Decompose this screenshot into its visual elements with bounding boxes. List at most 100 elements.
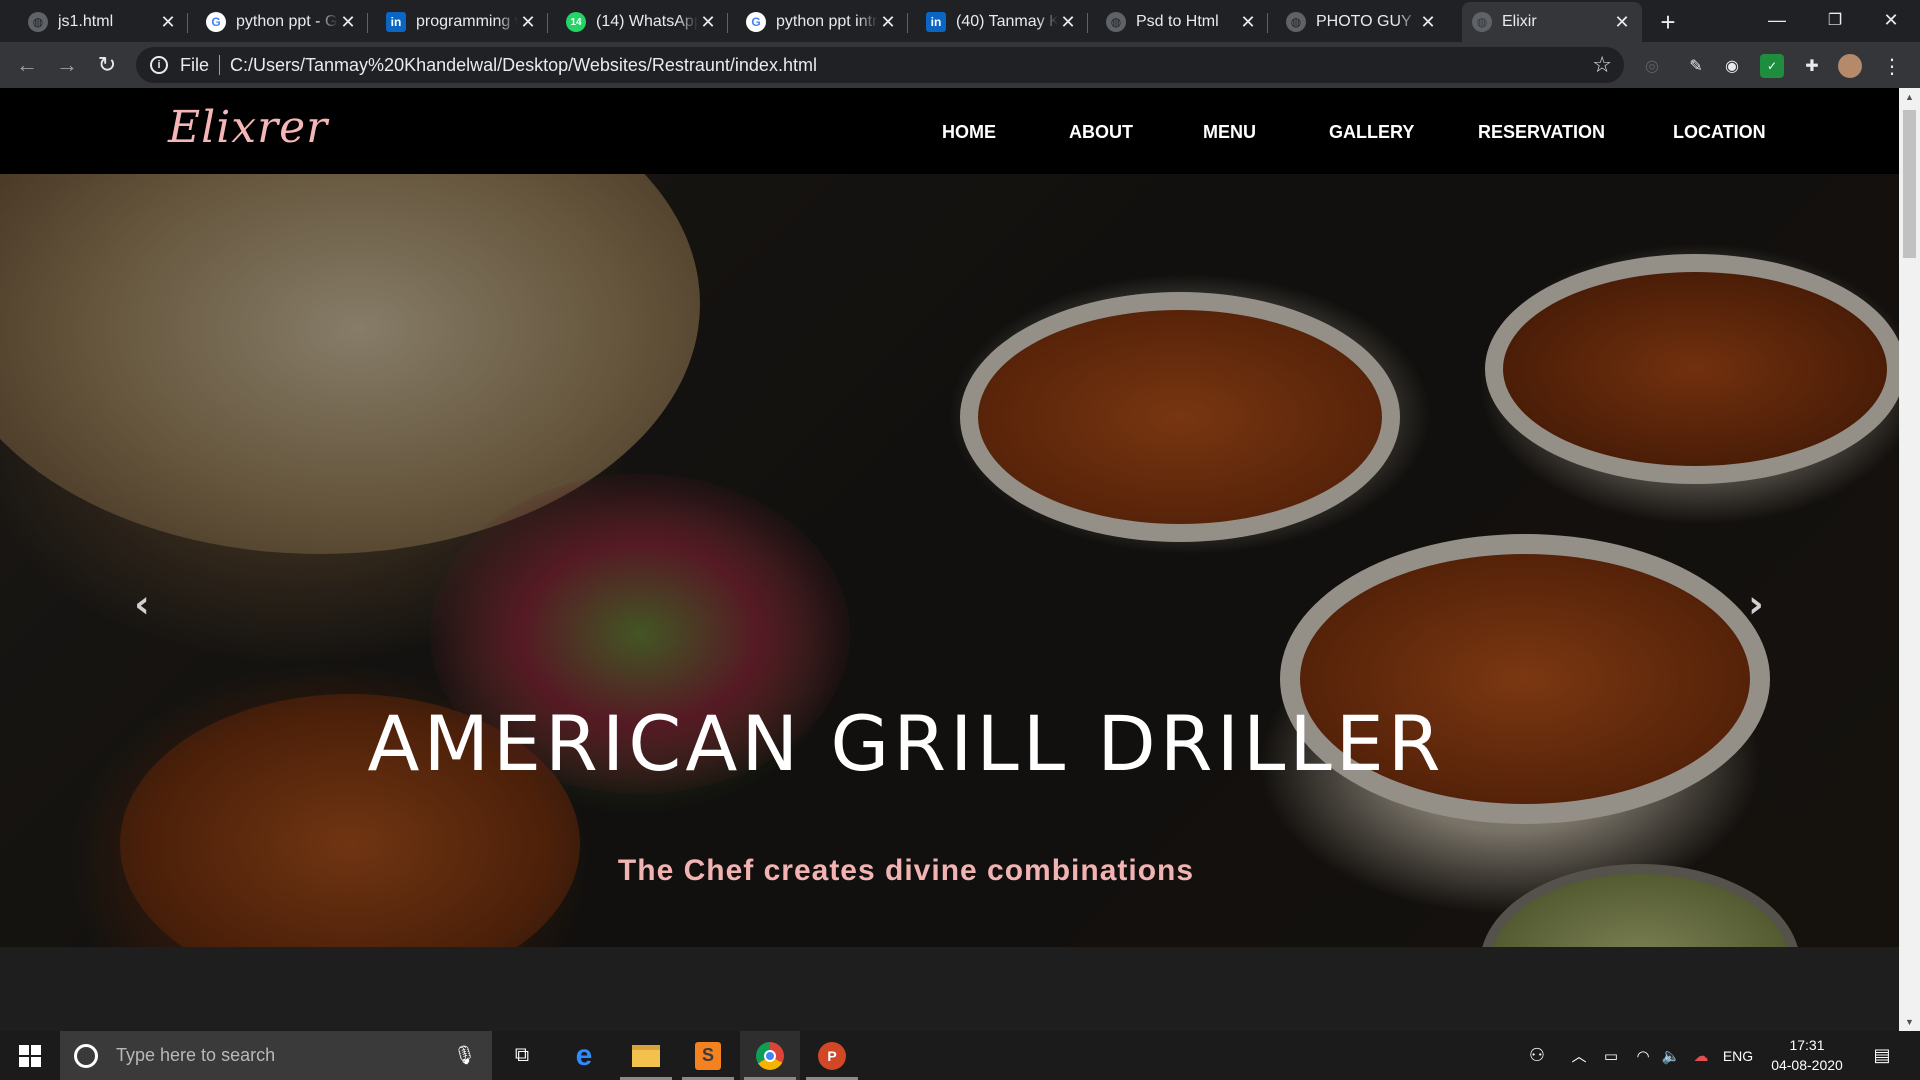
taskbar-search-box[interactable]: Type here to search 🎙 — [60, 1031, 492, 1080]
site-navbar: Elixrer HOME ABOUT MENU GALLERY RESERVAT… — [0, 88, 1899, 174]
tab-label: programming ve — [416, 13, 518, 30]
screen: ◍ js1.html ✕ G python ppt - Go ✕ in prog… — [0, 0, 1920, 1080]
clock-time: 17:31 — [1789, 1037, 1825, 1053]
nav-menu[interactable]: MENU — [1203, 122, 1256, 143]
close-icon[interactable]: ✕ — [158, 12, 178, 32]
back-icon[interactable]: ← — [12, 50, 42, 80]
browser-toolbar: ← → ↻ i File C:/Users/Tanmay%20Khandelwa… — [0, 42, 1920, 88]
tab-python-ppt[interactable]: G python ppt - Go ✕ — [196, 2, 368, 42]
address-url[interactable]: C:/Users/Tanmay%20Khandelwal/Desktop/Web… — [230, 55, 817, 76]
whatsapp-icon: 14 — [566, 12, 586, 32]
linkedin-icon: in — [386, 12, 406, 32]
cortana-icon — [74, 1043, 98, 1068]
input-language-indicator[interactable]: ENG — [1720, 1031, 1756, 1080]
close-icon[interactable]: ✕ — [1238, 12, 1258, 32]
microphone-icon[interactable]: 🎙 — [453, 1045, 476, 1066]
mask-extension-icon[interactable]: ◉ — [1720, 54, 1744, 78]
tab-programming[interactable]: in programming ve ✕ — [376, 2, 548, 42]
grammar-extension-icon[interactable]: ✓ — [1760, 54, 1784, 78]
volume-icon[interactable]: 🔈 — [1658, 1031, 1684, 1080]
info-icon[interactable]: i — [150, 56, 168, 74]
close-icon[interactable]: ✕ — [1058, 12, 1078, 32]
google-icon: G — [746, 12, 766, 32]
search-placeholder: Type here to search — [116, 1045, 276, 1065]
globe-icon: ◍ — [1106, 12, 1126, 32]
new-tab-button[interactable]: + — [1652, 6, 1684, 38]
tab-label: python ppt intro — [776, 13, 878, 30]
file-explorer-icon[interactable] — [616, 1031, 676, 1080]
chrome-icon[interactable] — [740, 1031, 800, 1080]
sublime-glyph: S — [695, 1041, 721, 1070]
scrollbar-thumb[interactable] — [1903, 110, 1916, 258]
tab-python-ppt-intro[interactable]: G python ppt intro ✕ — [736, 2, 908, 42]
close-icon[interactable]: ✕ — [1418, 12, 1438, 32]
close-icon[interactable]: ✕ — [698, 12, 718, 32]
battery-icon[interactable]: ▭ — [1598, 1031, 1624, 1080]
onedrive-error-icon[interactable]: ☁ — [1688, 1031, 1714, 1080]
address-scheme: File — [180, 54, 210, 75]
folder-shape — [632, 1044, 660, 1067]
hero-carousel: ‹ › AMERICAN GRILL DRILLER The Chef crea… — [0, 174, 1899, 947]
edge-icon[interactable]: e — [554, 1031, 614, 1080]
wifi-icon[interactable]: ◠ — [1630, 1031, 1656, 1080]
nav-gallery[interactable]: GALLERY — [1329, 122, 1414, 143]
hero-title: AMERICAN GRILL DRILLER — [367, 699, 1445, 788]
globe-icon: ◍ — [1472, 12, 1492, 32]
nav-about[interactable]: ABOUT — [1069, 122, 1133, 143]
extensions-puzzle-icon[interactable]: ✚ — [1800, 54, 1824, 78]
tab-label: (40) Tanmay Kh — [956, 13, 1058, 30]
tab-photo-guy[interactable]: ◍ PHOTO GUY ✕ — [1276, 2, 1448, 42]
globe-icon: ◍ — [28, 12, 48, 32]
nav-location[interactable]: LOCATION — [1673, 122, 1766, 143]
tab-label: PHOTO GUY — [1316, 13, 1412, 30]
nav-home[interactable]: HOME — [942, 122, 996, 143]
carousel-prev-arrow-icon[interactable]: ‹ — [122, 582, 162, 626]
tab-label: Psd to Html — [1136, 13, 1219, 30]
close-icon[interactable]: ✕ — [338, 12, 358, 32]
show-hidden-icons-chevron-icon[interactable]: ︿ — [1568, 1031, 1590, 1080]
page-scrollbar[interactable]: ▲ ▼ — [1899, 88, 1920, 1031]
close-icon[interactable]: ✕ — [1612, 12, 1632, 32]
forward-icon[interactable]: → — [52, 50, 82, 80]
extension-placeholder-icon[interactable]: ◎ — [1640, 54, 1664, 78]
tab-label: js1.html — [58, 13, 114, 30]
sublime-text-icon[interactable]: S — [678, 1031, 738, 1080]
restore-button[interactable]: ❐ — [1806, 0, 1864, 40]
bookmark-star-icon[interactable]: ☆ — [1592, 52, 1612, 78]
powerpoint-glyph: P — [818, 1041, 846, 1070]
scroll-up-icon[interactable]: ▲ — [1899, 88, 1920, 106]
profile-avatar[interactable] — [1838, 54, 1862, 78]
page-viewport: Elixrer HOME ABOUT MENU GALLERY RESERVAT… — [0, 88, 1920, 1031]
kebab-menu-icon[interactable]: ⋮ — [1880, 54, 1904, 78]
taskbar-clock[interactable]: 17:31 04-08-2020 — [1752, 1035, 1862, 1075]
close-icon[interactable]: ✕ — [878, 12, 898, 32]
hero-dark-overlay — [0, 174, 1899, 947]
windows-taskbar: Type here to search 🎙 ⧉ e S P ⚇ ︿ ▭ ◠ 🔈 … — [0, 1031, 1920, 1080]
reload-icon[interactable]: ↻ — [92, 50, 122, 80]
window-close-button[interactable]: ✕ — [1862, 0, 1920, 40]
globe-icon: ◍ — [1286, 12, 1306, 32]
clock-date: 04-08-2020 — [1771, 1057, 1843, 1073]
site-logo[interactable]: Elixrer — [168, 102, 328, 153]
address-bar[interactable]: i File C:/Users/Tanmay%20Khandelwal/Desk… — [136, 47, 1624, 83]
start-button[interactable] — [0, 1031, 60, 1080]
people-icon[interactable]: ⚇ — [1522, 1031, 1552, 1080]
address-divider — [219, 55, 221, 75]
tab-psd-to-html[interactable]: ◍ Psd to Html ✕ — [1096, 2, 1268, 42]
minimize-button[interactable]: — — [1748, 0, 1806, 40]
tab-label: Elixir — [1502, 13, 1537, 30]
tab-linkedin-profile[interactable]: in (40) Tanmay Kh ✕ — [916, 2, 1088, 42]
tab-elixir[interactable]: ◍ Elixir ✕ — [1462, 2, 1642, 42]
carousel-next-arrow-icon[interactable]: › — [1736, 582, 1776, 626]
nav-reservation[interactable]: RESERVATION — [1478, 122, 1605, 143]
tab-whatsapp[interactable]: 14 (14) WhatsApp ✕ — [556, 2, 728, 42]
hero-subtitle: The Chef creates divine combinations — [617, 854, 1195, 887]
task-view-icon[interactable]: ⧉ — [492, 1031, 552, 1080]
notifications-icon[interactable]: ▤ — [1864, 1031, 1900, 1080]
scroll-down-icon[interactable]: ▼ — [1899, 1013, 1920, 1031]
tab-label: (14) WhatsApp — [596, 13, 698, 30]
powerpoint-icon[interactable]: P — [802, 1031, 862, 1080]
close-icon[interactable]: ✕ — [518, 12, 538, 32]
tab-js1[interactable]: ◍ js1.html ✕ — [18, 2, 188, 42]
pen-extension-icon[interactable]: ✎ — [1684, 54, 1708, 78]
